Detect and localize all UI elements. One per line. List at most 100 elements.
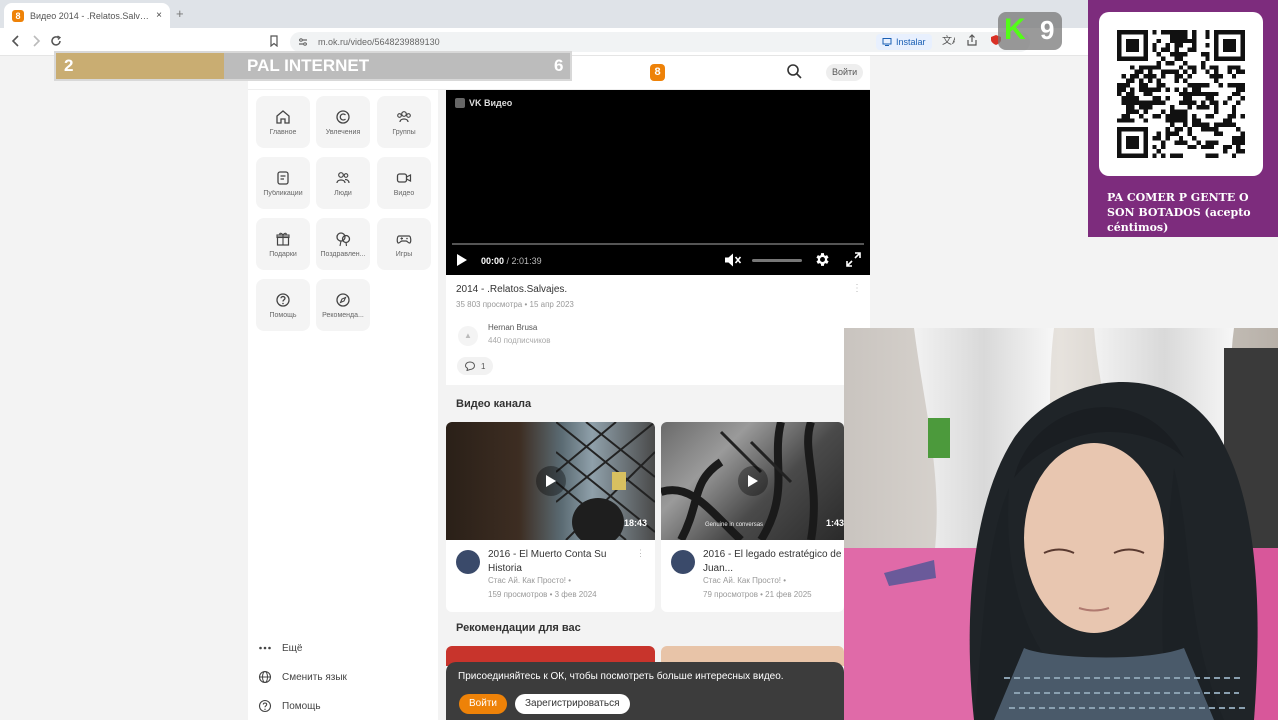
compass-icon (336, 292, 350, 307)
share-icon[interactable] (966, 34, 978, 46)
install-label: Instalar (896, 37, 926, 47)
forward-arrow-icon[interactable] (30, 35, 42, 47)
more-dots-icon (259, 646, 271, 650)
globe-icon (258, 670, 272, 684)
sidebar-more[interactable]: Ещё (258, 641, 302, 655)
sidebar-item-label: Подарки (269, 250, 297, 258)
sidebar-item-groups[interactable]: Группы (377, 96, 431, 148)
video-timecode: 00:00 / 2:01:39 (481, 256, 542, 266)
volume-slider[interactable] (752, 259, 802, 262)
sidebar-item-home[interactable]: Главное (256, 96, 310, 148)
time-separator: / (504, 256, 512, 266)
play-button-icon[interactable] (456, 253, 468, 267)
sidebar-change-language[interactable]: Сменить язык (258, 670, 347, 684)
sidebar-item-recommendations[interactable]: Рекоменда... (316, 279, 370, 331)
sidebar-item-people[interactable]: Люди (316, 157, 370, 209)
qr-finder-pattern (1117, 127, 1148, 158)
header-login-button[interactable]: Войти (826, 64, 864, 81)
kick-logo: K (1004, 13, 1026, 46)
video-card[interactable]: Genuine in conversas 1:43 2016 - El lega… (661, 422, 844, 612)
hobby-icon (336, 109, 350, 124)
translate-icon[interactable]: 文A (942, 34, 955, 46)
author-avatar[interactable] (456, 550, 480, 574)
qr-code-icon (1117, 30, 1245, 158)
sidebar-item-congrats[interactable]: Поздравлен... (316, 218, 370, 270)
sidebar-item-video[interactable]: Видео (377, 157, 431, 209)
tab-close-button[interactable]: × (156, 10, 162, 21)
gear-icon[interactable] (814, 251, 831, 268)
mute-icon[interactable] (724, 252, 742, 268)
recommendations-heading: Рекомендации для вас (456, 622, 581, 634)
url-text: m.ok.ru/video/5648239889130 (318, 37, 440, 47)
sidebar-item-label: Публикации (263, 189, 303, 197)
help-icon (276, 292, 290, 307)
video-card-author: Стас Ай. Как Просто! • (488, 576, 572, 585)
svg-text:文A: 文A (942, 34, 955, 46)
bookmark-icon[interactable] (268, 35, 280, 47)
video-title: 2014 - .Relatos.Salvajes. (456, 284, 568, 295)
play-overlay-icon[interactable] (535, 466, 566, 496)
banner-login-button[interactable]: Войти (459, 694, 507, 714)
sidebar-item-gifts[interactable]: Подарки (256, 218, 310, 270)
fullscreen-icon[interactable] (846, 252, 861, 267)
sidebar-item-games[interactable]: Игры (377, 218, 431, 270)
current-time: 00:00 (481, 256, 505, 266)
video-progress-bar[interactable] (452, 243, 864, 245)
score-left: 2 (64, 56, 74, 75)
video-card[interactable]: 18:43 2016 - El Muerto Conta Su Historia… (446, 422, 655, 612)
ok-favicon: 8 (12, 9, 24, 22)
sidebar-item-label: Игры (395, 250, 413, 258)
total-time: 2:01:39 (511, 256, 542, 266)
video-card-title: 2016 - El legado estratégico de Juan... (703, 549, 842, 574)
score-right: 6 (554, 56, 564, 75)
sidebar-item-label: Рекоменда... (322, 311, 364, 319)
back-arrow-icon[interactable] (10, 35, 22, 47)
sidebar-item-posts[interactable]: Публикации (256, 157, 310, 209)
ok-logo[interactable]: 8 (650, 64, 665, 81)
vk-video-badge: VK Видео (455, 98, 512, 108)
search-icon[interactable] (786, 63, 802, 79)
webcam-feed (844, 328, 1278, 720)
posts-icon (277, 170, 289, 185)
channel-avatar[interactable]: ▲ (458, 326, 478, 346)
channel-subscribers: 440 подписчиков (488, 336, 551, 345)
video-card-more-icon[interactable]: ⋮ (636, 548, 645, 559)
sidebar-item-hobbies[interactable]: Увлечения (316, 96, 370, 148)
video-duration: 1:43 (825, 518, 844, 528)
vk-video-label: VK Видео (469, 98, 513, 108)
install-app-button[interactable]: Instalar (876, 34, 932, 50)
video-more-options-icon[interactable]: ⋮ (852, 283, 862, 294)
author-avatar[interactable] (671, 550, 695, 574)
sidebar-help[interactable]: Помощь (258, 699, 321, 713)
reload-icon[interactable] (50, 35, 62, 47)
site-settings-icon[interactable] (298, 37, 308, 47)
channel-name[interactable]: Hernan Brusa (488, 323, 537, 332)
video-card-meta: 79 просмотров • 21 фев 2025 (703, 590, 812, 599)
people-icon (336, 171, 350, 183)
donation-caption: PA COMER P GENTE O SON BOTADOS (acepto c… (1107, 191, 1251, 234)
more-label: Ещё (282, 642, 303, 654)
video-thumbnail[interactable]: Genuine in conversas 1:43 (661, 422, 844, 540)
sidebar-item-help[interactable]: Помощь (256, 279, 310, 331)
sidebar-item-label: Люди (334, 189, 352, 197)
webcam-image (844, 328, 1278, 720)
video-card-author: Стас Ай. Как Просто! • (703, 576, 787, 585)
play-overlay-icon[interactable] (737, 466, 768, 496)
sidebar-item-label: Главное (269, 128, 297, 136)
qr-finder-pattern (1117, 30, 1148, 61)
sidebar-item-label: Видео (393, 189, 415, 197)
tab-title: Видео 2014 - .Relatos.Salvajes. | (30, 10, 150, 21)
video-thumbnail[interactable]: 18:43 (446, 422, 655, 540)
score-title: PAL INTERNET (247, 56, 370, 75)
thumbnail-caption: Genuine in conversas (705, 522, 764, 528)
change-language-label: Сменить язык (282, 671, 347, 683)
video-player[interactable] (446, 90, 870, 275)
channel-videos-heading: Видео канала (456, 398, 532, 410)
browser-tab[interactable]: 8 Видео 2014 - .Relatos.Salvajes. | × (4, 3, 170, 28)
comments-button[interactable]: 1 (457, 357, 494, 375)
kick-count: 9 (1040, 15, 1055, 45)
join-banner-text: Присоединяйтесь к ОК, чтобы посмотреть б… (458, 671, 784, 682)
new-tab-button[interactable]: + (176, 6, 184, 21)
congrats-icon (336, 231, 351, 246)
banner-register-button[interactable]: Зарегистрироваться (515, 694, 630, 714)
